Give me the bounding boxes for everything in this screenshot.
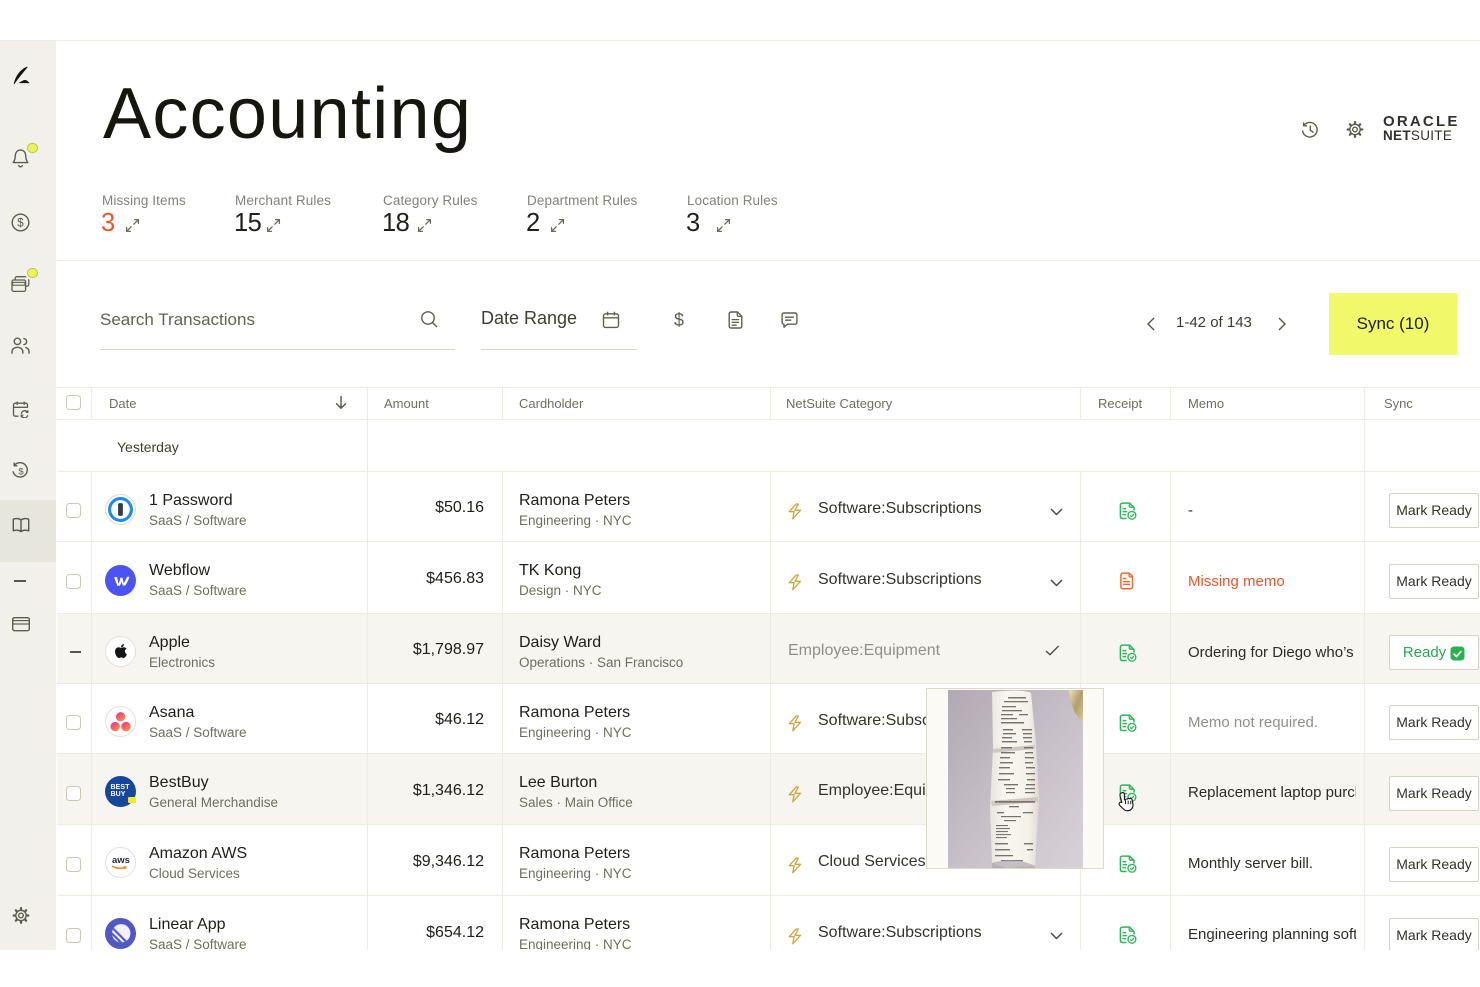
svg-text:$: $ xyxy=(18,466,24,477)
svg-text:$: $ xyxy=(17,218,24,230)
